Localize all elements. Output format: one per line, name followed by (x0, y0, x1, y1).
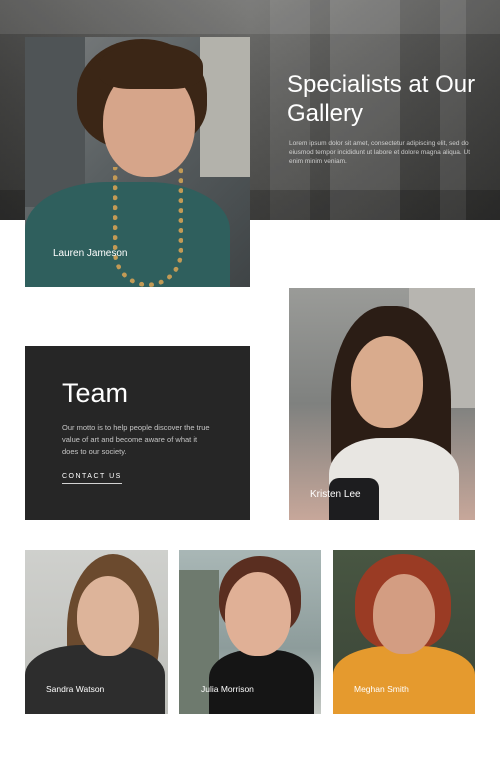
member-photo-face (77, 576, 139, 656)
member-photo-body (209, 650, 314, 714)
member-photo-face (225, 572, 291, 656)
member-name: Kristen Lee (310, 489, 361, 500)
member-photo-necklace (113, 167, 183, 287)
member-photo-body (333, 646, 475, 714)
member-photo-hair (99, 43, 203, 89)
member-card-kristen-lee[interactable]: Kristen Lee (289, 288, 475, 520)
team-card: Team Our motto is to help people discove… (25, 346, 250, 520)
member-card-sandra-watson[interactable]: Sandra Watson (25, 550, 168, 714)
member-card-lauren-jameson[interactable]: Lauren Jameson (25, 37, 250, 287)
member-photo-face (373, 574, 435, 654)
member-photo-body (25, 645, 165, 714)
member-name: Lauren Jameson (53, 248, 128, 259)
hero-description: Lorem ipsum dolor sit amet, consectetur … (289, 140, 471, 165)
hero-background-ceiling (0, 0, 500, 34)
team-title: Team (62, 378, 129, 408)
member-name: Meghan Smith (354, 684, 409, 694)
member-name: Julia Morrison (201, 684, 254, 694)
hero-title: Specialists at Our Gallery (287, 71, 476, 127)
photo-background (25, 37, 85, 207)
member-name: Sandra Watson (46, 684, 105, 694)
member-card-julia-morrison[interactable]: Julia Morrison (179, 550, 321, 714)
photo-background (200, 37, 250, 177)
contact-us-link[interactable]: CONTACT US (62, 473, 122, 484)
member-card-meghan-smith[interactable]: Meghan Smith (333, 550, 475, 714)
member-photo-face (351, 336, 423, 428)
team-motto: Our motto is to help people discover the… (62, 423, 210, 456)
